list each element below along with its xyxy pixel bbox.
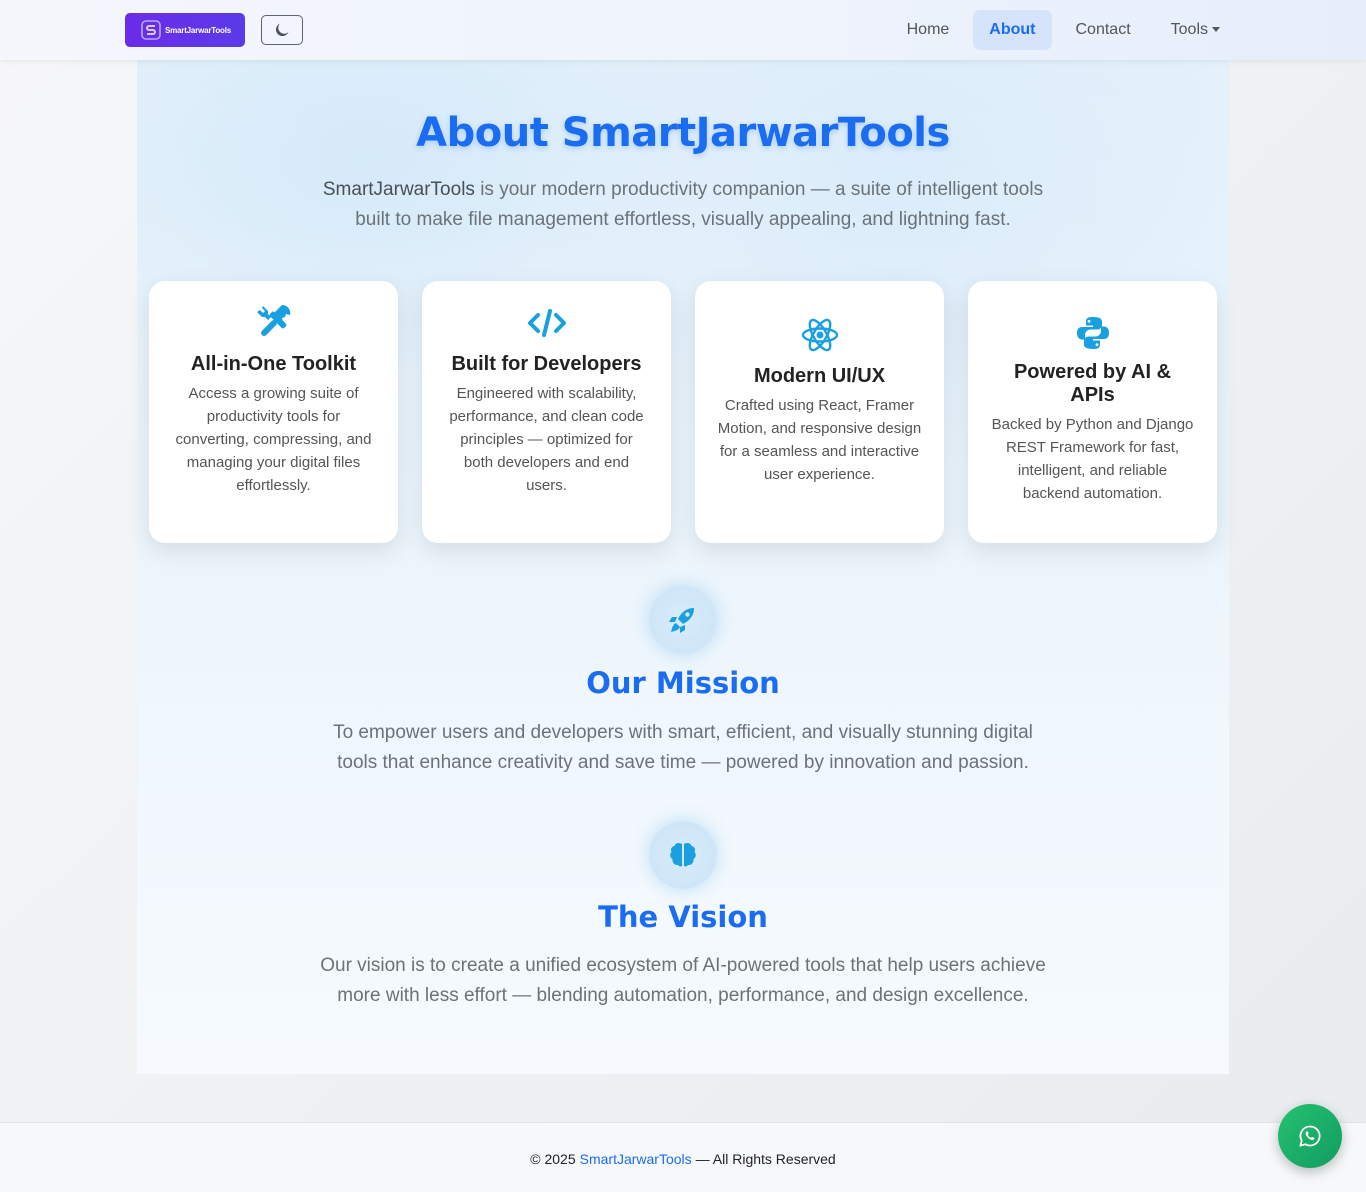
card-description: Engineered with scalability, performance…: [449, 385, 644, 494]
feature-card: Powered by AI & APIs Backed by Python an…: [968, 281, 1217, 543]
nav-link-contact[interactable]: Contact: [1060, 10, 1147, 50]
card-description: Access a growing suite of productivity t…: [175, 385, 372, 494]
nav-link-home[interactable]: Home: [891, 10, 966, 50]
card-title: Built for Developers: [451, 353, 642, 375]
nav-link-about[interactable]: About: [973, 10, 1052, 50]
nav-link-label: Contact: [1075, 21, 1131, 38]
navbar: SmartJarwarTools Home About Contact Tool…: [0, 0, 1366, 60]
nav-link-label: Home: [906, 21, 950, 38]
vision-icon-badge: [649, 821, 717, 889]
code-icon: [527, 309, 566, 337]
mission-icon-badge: [649, 586, 717, 654]
vision-title: The Vision: [598, 900, 768, 934]
intro-text: SmartJarwarTools is your modern producti…: [320, 175, 1046, 235]
python-icon: [1076, 317, 1109, 349]
nav-link-label: Tools: [1170, 21, 1208, 38]
brand-logo[interactable]: SmartJarwarTools: [125, 13, 245, 47]
nav-links: Home About Contact Tools: [883, 10, 1236, 50]
nav-link-label: About: [989, 21, 1036, 38]
theme-toggle-button[interactable]: [261, 15, 303, 45]
footer-rights: — All Rights Reserved: [695, 1150, 836, 1167]
brain-icon: [670, 842, 696, 867]
card-title: All-in-One Toolkit: [190, 353, 357, 375]
nav-dropdown-tools[interactable]: Tools: [1155, 10, 1236, 50]
brand-name: SmartJarwarTools: [165, 25, 232, 35]
card-description: Backed by Python and Django REST Framewo…: [991, 416, 1194, 502]
logo-mark-icon: [141, 20, 161, 40]
tools-icon: [256, 304, 290, 336]
vision-text: Our vision is to create a unified ecosys…: [320, 955, 1046, 1006]
feature-card: Modern UI/UX Crafted using React, Framer…: [695, 281, 944, 543]
page-title: About SmartJarwarTools: [416, 110, 950, 156]
moon-icon: [276, 23, 289, 36]
mission-title: Our Mission: [586, 666, 780, 700]
react-icon: [801, 318, 838, 352]
rocket-icon: [669, 608, 694, 633]
mission-text: To empower users and developers with sma…: [333, 722, 1033, 773]
card-title: Modern UI/UX: [753, 365, 886, 387]
footer-copyright: © 2025: [530, 1150, 576, 1167]
whatsapp-icon: [1299, 1125, 1321, 1147]
intro-brand: SmartJarwarTools: [322, 179, 475, 200]
footer: © 2025 SmartJarwarTools — All Rights Res…: [0, 1122, 1366, 1192]
card-title: Powered by AI & APIs: [1013, 361, 1172, 406]
card-description: Crafted using React, Framer Motion, and …: [717, 397, 922, 483]
feature-card: All-in-One Toolkit Access a growing suit…: [149, 281, 398, 543]
whatsapp-button[interactable]: [1278, 1104, 1342, 1168]
caret-down-icon: [1212, 26, 1220, 32]
footer-brand-link[interactable]: SmartJarwarTools: [580, 1151, 692, 1167]
feature-card: Built for Developers Engineered with sca…: [422, 281, 671, 543]
